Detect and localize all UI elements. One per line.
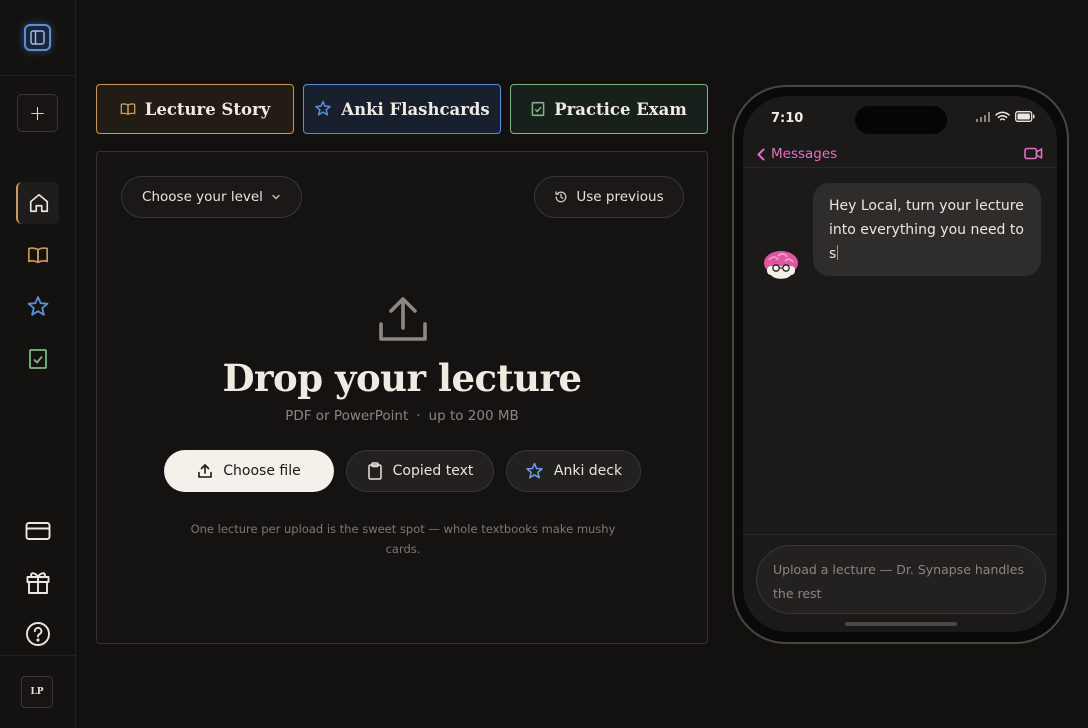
copied-text-button[interactable]: Copied text xyxy=(346,450,494,492)
upload-icon xyxy=(198,464,213,478)
accepted-formats: PDF or PowerPoint xyxy=(285,408,409,424)
clipboard-icon xyxy=(367,462,382,480)
tab-label: Anki Flashcards xyxy=(341,99,490,119)
sidebar: + LP xyxy=(0,0,76,728)
copied-text-label: Copied text xyxy=(392,463,474,479)
home-indicator xyxy=(845,622,957,626)
sparkle-icon xyxy=(27,296,48,316)
book-icon xyxy=(120,103,136,115)
video-call-icon[interactable] xyxy=(1024,147,1043,160)
chat-message-bubble: Hey Local, turn your lecture into everyt… xyxy=(813,183,1041,276)
back-to-messages-button[interactable]: Messages xyxy=(757,146,837,162)
history-icon xyxy=(555,191,567,203)
sparkle-icon xyxy=(315,100,332,116)
home-icon xyxy=(29,193,48,213)
choose-file-label: Choose file xyxy=(223,463,301,479)
dr-synapse-avatar xyxy=(764,251,798,279)
sidebar-panel-icon xyxy=(30,30,45,45)
size-limit: up to 200 MB xyxy=(428,408,519,424)
help-icon xyxy=(25,622,50,646)
level-dropdown[interactable]: Choose your level xyxy=(121,176,302,218)
book-icon xyxy=(27,247,48,264)
credit-card-icon xyxy=(25,522,50,540)
back-label: Messages xyxy=(771,146,838,162)
sidebar-item-help[interactable] xyxy=(16,613,59,655)
chevron-down-icon xyxy=(272,194,280,200)
sidebar-item-home[interactable] xyxy=(16,182,59,224)
use-previous-button[interactable]: Use previous xyxy=(534,176,684,218)
chevron-left-icon xyxy=(757,148,765,160)
sidebar-toggle-button[interactable] xyxy=(24,24,51,51)
status-time: 7:10 xyxy=(771,111,804,126)
phone-preview: 7:10 Messages Hey Local, turn your lectu… xyxy=(732,85,1069,644)
signal-icon xyxy=(976,111,990,122)
upload-icon xyxy=(379,297,427,341)
sidebar-item-exam[interactable] xyxy=(16,338,59,380)
level-dropdown-label: Choose your level xyxy=(142,189,263,205)
choose-file-button[interactable]: Choose file xyxy=(164,450,334,492)
sidebar-divider xyxy=(0,75,75,76)
dynamic-island xyxy=(855,106,947,134)
sidebar-item-lecture-story[interactable] xyxy=(16,234,59,276)
dropzone-title: Drop your lecture xyxy=(222,356,582,400)
sidebar-divider xyxy=(0,655,75,656)
checklist-icon xyxy=(28,349,47,369)
tab-label: Lecture Story xyxy=(144,99,271,119)
upload-hint: One lecture per upload is the sweet spot… xyxy=(190,522,616,556)
anki-deck-button[interactable]: Anki deck xyxy=(506,450,641,492)
use-previous-label: Use previous xyxy=(576,189,664,205)
anki-deck-label: Anki deck xyxy=(553,463,623,479)
plus-icon: + xyxy=(29,101,46,125)
dropzone-subtitle: PDF or PowerPoint · up to 200 MB xyxy=(97,408,707,424)
battery-icon xyxy=(1015,111,1035,122)
typing-cursor xyxy=(837,245,839,260)
upload-dropzone[interactable]: Choose your level Use previous Drop your… xyxy=(96,151,708,644)
gift-icon xyxy=(26,572,49,594)
sparkle-icon xyxy=(526,462,543,478)
phone-screen: 7:10 Messages Hey Local, turn your lectu… xyxy=(743,96,1057,632)
tab-anki-flashcards[interactable]: Anki Flashcards xyxy=(303,84,501,134)
user-avatar[interactable]: LP xyxy=(21,676,53,708)
compose-divider xyxy=(743,534,1057,535)
wifi-icon xyxy=(995,111,1010,121)
tab-label: Practice Exam xyxy=(554,99,687,119)
message-compose-input[interactable]: Upload a lecture — Dr. Synapse handles t… xyxy=(756,545,1046,614)
status-icons xyxy=(976,111,1035,122)
sidebar-item-anki[interactable] xyxy=(16,286,59,328)
tab-practice-exam[interactable]: Practice Exam xyxy=(510,84,708,134)
messages-nav-bar: Messages xyxy=(743,136,1057,168)
new-button[interactable]: + xyxy=(17,94,58,132)
separator: · xyxy=(416,408,421,424)
sidebar-item-gift[interactable] xyxy=(16,561,59,603)
chat-message-text: Hey Local, turn your lecture into everyt… xyxy=(829,198,1024,262)
tab-lecture-story[interactable]: Lecture Story xyxy=(96,84,294,134)
sidebar-item-billing[interactable] xyxy=(16,510,59,552)
checklist-icon xyxy=(531,101,545,117)
